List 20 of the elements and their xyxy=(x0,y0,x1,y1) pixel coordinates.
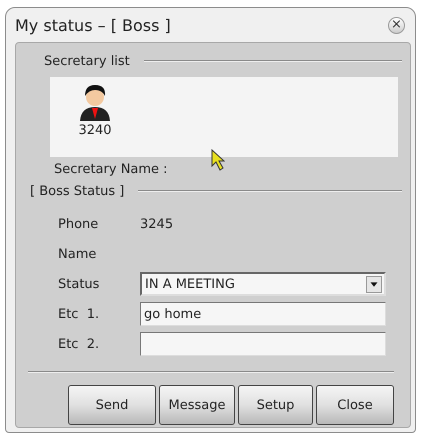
secretary-name-label: Secretary Name : xyxy=(54,162,168,176)
field-label: Etc 2. xyxy=(58,336,100,352)
mouse-cursor-icon xyxy=(211,149,225,171)
section-heading: [ Boss Status ] xyxy=(30,184,124,198)
dialog-button[interactable]: Setup xyxy=(238,385,313,425)
dialog-button[interactable]: Message xyxy=(159,385,235,425)
dialog-button[interactable]: Send xyxy=(68,385,156,425)
window-title: My status – [ Boss ] xyxy=(15,16,171,34)
field-label: Etc 1. xyxy=(58,306,100,322)
field-label: Status xyxy=(58,276,100,292)
section-heading: Secretary list xyxy=(44,54,130,68)
close-button[interactable]: × xyxy=(388,16,405,34)
field-label: Phone xyxy=(58,216,100,232)
secretary-number[interactable]: 3240 xyxy=(78,123,112,138)
dialog-button[interactable]: Close xyxy=(316,385,394,425)
input-field[interactable]: go home xyxy=(140,302,386,326)
field-label: Name xyxy=(58,246,98,262)
input-field[interactable] xyxy=(140,332,386,356)
field-value: 3245 xyxy=(140,216,174,232)
status-dropdown[interactable]: IN A MEETING xyxy=(140,272,386,296)
